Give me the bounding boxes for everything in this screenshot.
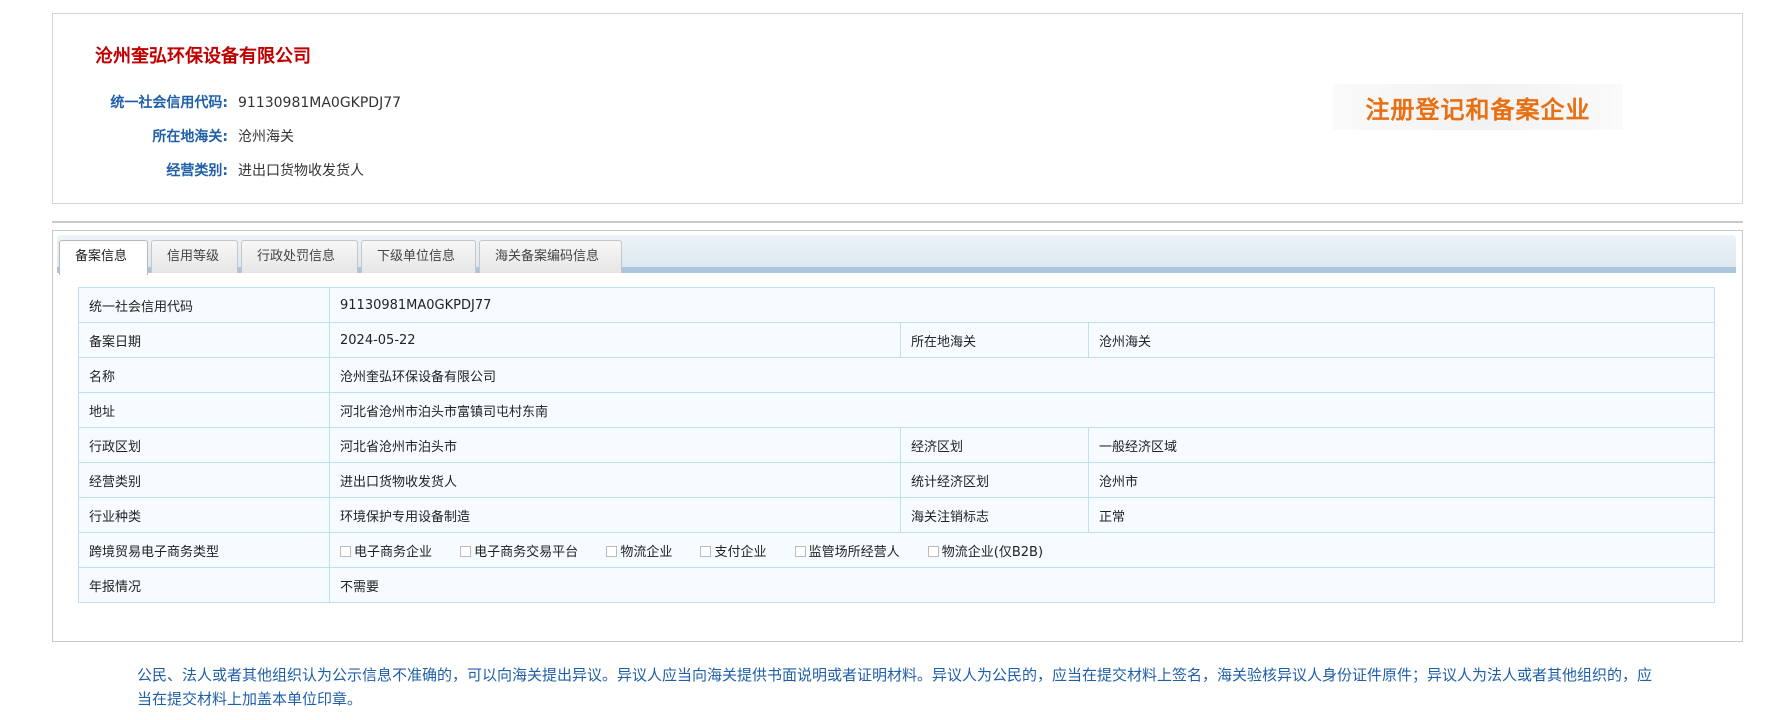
- info-row-business-type: 经营类别: 进出口货物收发货人: [53, 160, 364, 180]
- table-row-ecommerce: 跨境贸易电子商务类型 电子商务企业 电子商务交易平台 物流企业 支付企业 监管场…: [78, 532, 1715, 568]
- registration-status-stamp: 注册登记和备案企业: [1333, 84, 1623, 130]
- checkbox-label: 支付企业: [714, 544, 767, 560]
- table-row: 年报情况 不需要: [78, 567, 1715, 603]
- checkbox-box[interactable]: [460, 545, 472, 557]
- row-value: 进出口货物收发货人: [329, 462, 901, 498]
- checkbox-label: 监管场所经营人: [808, 544, 900, 560]
- table-row: 地址 河北省沧州市泊头市富镇司屯村东南: [78, 392, 1715, 428]
- main-panel: 备案信息 信用等级 行政处罚信息 下级单位信息 海关备案编码信息 统一社会信用代…: [52, 230, 1743, 642]
- table-row: 统一社会信用代码 91130981MA0GKPDJ77: [78, 287, 1715, 323]
- row-label-2: 海关注销标志: [900, 497, 1089, 533]
- row-value-2: 一般经济区域: [1088, 427, 1715, 463]
- checkbox-label: 物流企业: [620, 544, 673, 560]
- row-value-2: 沧州市: [1088, 462, 1715, 498]
- tab-credit-rating[interactable]: 信用等级: [151, 240, 238, 273]
- checkbox-box[interactable]: [700, 545, 712, 557]
- tab-customs-code[interactable]: 海关备案编码信息: [479, 240, 622, 273]
- tab-bar: 备案信息 信用等级 行政处罚信息 下级单位信息 海关备案编码信息: [57, 235, 1736, 275]
- row-label: 名称: [78, 357, 330, 393]
- row-label-2: 经济区划: [900, 427, 1089, 463]
- tab-filing-info[interactable]: 备案信息: [59, 240, 148, 275]
- row-label: 跨境贸易电子商务类型: [78, 532, 330, 568]
- row-label: 行业种类: [78, 497, 330, 533]
- row-value-2: 沧州海关: [1088, 322, 1715, 358]
- row-value: 2024-05-22: [329, 322, 901, 358]
- checkbox-label: 物流企业(仅B2B): [941, 544, 1044, 560]
- checkbox-label: 电子商务交易平台: [474, 544, 579, 560]
- company-name: 沧州奎弘环保设备有限公司: [95, 46, 311, 67]
- row-value: 91130981MA0GKPDJ77: [329, 287, 1715, 323]
- row-value-2: 正常: [1088, 497, 1715, 533]
- tab-administrative-penalty[interactable]: 行政处罚信息: [241, 240, 358, 273]
- checkbox-payment[interactable]: 支付企业: [700, 541, 766, 560]
- table-row: 行政区划 河北省沧州市泊头市 经济区划 一般经济区域: [78, 427, 1715, 463]
- customs-value: 沧州海关: [238, 129, 294, 145]
- row-value: 沧州奎弘环保设备有限公司: [329, 357, 1715, 393]
- checkbox-label: 电子商务企业: [354, 544, 433, 560]
- row-value: 环境保护专用设备制造: [329, 497, 901, 533]
- checkbox-box[interactable]: [927, 545, 939, 557]
- info-row-credit-code: 统一社会信用代码: 91130981MA0GKPDJ77: [53, 92, 401, 112]
- row-label: 备案日期: [78, 322, 330, 358]
- row-label: 经营类别: [78, 462, 330, 498]
- checkbox-supervised-site-operator[interactable]: 监管场所经营人: [794, 541, 900, 560]
- credit-code-label: 统一社会信用代码:: [110, 95, 228, 111]
- checkbox-box[interactable]: [606, 545, 618, 557]
- header-divider: [52, 221, 1743, 223]
- checkbox-ecommerce-platform[interactable]: 电子商务交易平台: [460, 541, 578, 560]
- row-label: 行政区划: [78, 427, 330, 463]
- company-header: 沧州奎弘环保设备有限公司 统一社会信用代码: 91130981MA0GKPDJ77…: [52, 13, 1743, 204]
- business-type-label: 经营类别:: [166, 163, 228, 179]
- row-label: 地址: [78, 392, 330, 428]
- checkbox-logistics[interactable]: 物流企业: [606, 541, 672, 560]
- table-row: 经营类别 进出口货物收发货人 统计经济区划 沧州市: [78, 462, 1715, 498]
- table-row: 名称 沧州奎弘环保设备有限公司: [78, 357, 1715, 393]
- checkbox-ecommerce-enterprise[interactable]: 电子商务企业: [340, 541, 432, 560]
- row-value: 不需要: [329, 567, 1715, 603]
- table-row: 行业种类 环境保护专用设备制造 海关注销标志 正常: [78, 497, 1715, 533]
- tab-subordinate-units[interactable]: 下级单位信息: [361, 240, 476, 273]
- info-row-customs: 所在地海关: 沧州海关: [53, 126, 294, 146]
- customs-label: 所在地海关:: [152, 129, 228, 145]
- table-row: 备案日期 2024-05-22 所在地海关 沧州海关: [78, 322, 1715, 358]
- objection-notice: 公民、法人或者其他组织认为公示信息不准确的，可以向海关提出异议。异议人应当向海关…: [137, 666, 1653, 708]
- row-value: 河北省沧州市泊头市富镇司屯村东南: [329, 392, 1715, 428]
- row-label: 统一社会信用代码: [78, 287, 330, 323]
- checkbox-box[interactable]: [794, 545, 806, 557]
- filing-info-table: 统一社会信用代码 91130981MA0GKPDJ77 备案日期 2024-05…: [78, 287, 1715, 603]
- row-value: 河北省沧州市泊头市: [329, 427, 901, 463]
- row-label-2: 所在地海关: [900, 322, 1089, 358]
- credit-code-value: 91130981MA0GKPDJ77: [238, 95, 402, 111]
- ecommerce-options: 电子商务企业 电子商务交易平台 物流企业 支付企业 监管场所经营人 物流企业(仅…: [329, 532, 1715, 568]
- checkbox-logistics-b2b[interactable]: 物流企业(仅B2B): [927, 541, 1044, 560]
- business-type-value: 进出口货物收发货人: [238, 163, 364, 179]
- row-label-2: 统计经济区划: [900, 462, 1089, 498]
- row-label: 年报情况: [78, 567, 330, 603]
- checkbox-box[interactable]: [340, 545, 351, 557]
